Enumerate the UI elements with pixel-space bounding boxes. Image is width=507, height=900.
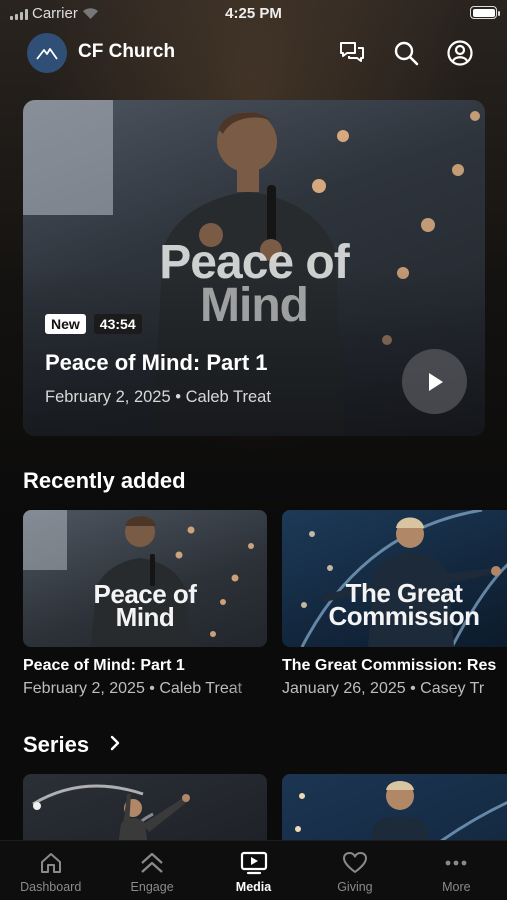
chevron-right-icon [110,735,120,751]
tab-label: More [442,880,471,894]
tab-more[interactable]: More [406,841,507,900]
series-heading-label: Series [23,732,90,757]
tab-bar: Dashboard Engage Media Giving More [0,840,507,900]
chat-button[interactable] [338,39,366,67]
media-thumbnail: The Great Commission [282,510,507,647]
featured-title: Peace of Mind: Part 1 [45,350,268,375]
brand-name: CF Church [78,41,176,62]
media-card[interactable]: Peace of Mind Peace of Mind: Part 1 Febr… [23,510,267,698]
more-icon [445,860,467,866]
featured-sermon-card[interactable]: Peace of Mind New 43:54 Peace of Mind: P… [23,100,485,436]
battery-icon [470,6,500,19]
media-card[interactable]: The Great Commission The Great Commissio… [282,510,507,698]
media-card-title: Peace of Mind: Part 1 [23,657,185,674]
tab-label: Media [235,880,272,894]
media-card-meta: January 26, 2025 • Casey Tr [282,680,485,697]
app-header: CF Church [0,30,507,76]
tab-media[interactable]: Media [203,841,304,900]
series-heading[interactable]: Series [23,732,121,758]
play-icon [428,372,443,391]
chat-icon [340,42,364,62]
recently-added-heading: Recently added [23,468,186,493]
play-screen-icon [240,851,267,875]
profile-button[interactable] [446,39,474,67]
home-icon [40,853,61,873]
tab-giving[interactable]: Giving [304,841,405,900]
mountain-icon [36,48,58,60]
tab-engage[interactable]: Engage [101,841,202,900]
chevrons-up-icon [141,852,163,873]
heart-icon [342,852,367,873]
clock: 4:25 PM [225,5,282,22]
church-logo[interactable] [27,33,67,73]
media-card-title: The Great Commission: Res [282,657,497,674]
tab-dashboard[interactable]: Dashboard [0,841,101,900]
duration-badge: 43:54 [93,314,142,334]
status-bar: Carrier 4:25 PM [0,0,507,30]
new-badge: New [45,314,86,334]
search-icon [394,41,419,66]
profile-icon [447,40,473,66]
media-thumbnail: Peace of Mind [23,510,267,647]
badge-row: New 43:54 [45,314,142,334]
thumbnail-title-line2: Mind [115,602,175,632]
tab-label: Engage [130,880,174,894]
play-button[interactable] [402,349,467,414]
tab-label: Giving [337,880,373,894]
media-card-meta: February 2, 2025 • Caleb Treat [23,680,243,697]
tab-label: Dashboard [20,880,82,894]
featured-meta: February 2, 2025 • Caleb Treat [45,388,271,406]
search-button[interactable] [392,39,420,67]
thumbnail-title-line2: Commission [328,601,480,631]
